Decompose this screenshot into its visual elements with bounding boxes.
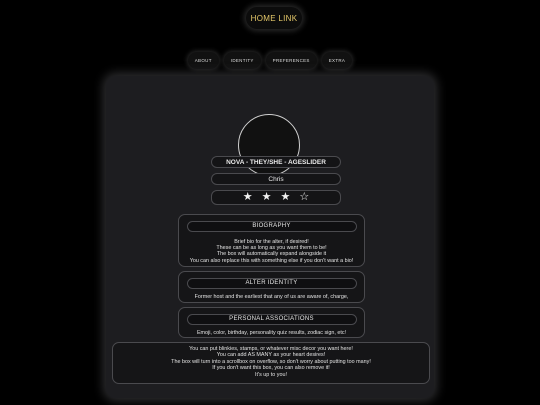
- nav-bar: ABOUT IDENTITY PREFERENCES EXTRA: [0, 52, 540, 69]
- extra-box[interactable]: You can put blinkies, stamps, or whateve…: [112, 342, 430, 384]
- tab-identity[interactable]: IDENTITY: [223, 52, 261, 69]
- biography-title: BIOGRAPHY: [186, 221, 357, 232]
- associations-title: PERSONAL ASSOCIATIONS: [186, 314, 357, 325]
- biography-card: BIOGRAPHY Brief bio for the alter, if de…: [178, 214, 365, 267]
- tab-extra[interactable]: EXTRA: [321, 52, 353, 69]
- pronoun-pill: Chris: [211, 173, 341, 185]
- alter-identity-title: ALTER IDENTITY: [186, 278, 357, 289]
- biography-line: You can also replace this with something…: [189, 257, 354, 264]
- star-filled-icon: ★: [280, 191, 291, 203]
- home-link[interactable]: HOME LINK: [246, 7, 302, 29]
- tab-preferences[interactable]: PREFERENCES: [265, 52, 317, 69]
- alter-identity-text: Former host and the earliest that any of…: [179, 289, 364, 300]
- star-filled-icon: ★: [261, 191, 272, 203]
- star-empty-icon: ☆: [299, 191, 310, 203]
- associations-card: PERSONAL ASSOCIATIONS Emoji, color, birt…: [178, 307, 365, 338]
- associations-text: Emoji, color, birthday, personality quiz…: [179, 325, 364, 336]
- biography-text: Brief bio for the alter, if desired! The…: [179, 232, 364, 264]
- star-filled-icon: ★: [242, 191, 253, 203]
- rating-stars: ★ ★ ★ ☆: [211, 190, 341, 205]
- name-pill: NOVA - THEY/SHE - AGESLIDER: [211, 156, 341, 168]
- alter-identity-line: Former host and the earliest that any of…: [194, 294, 349, 300]
- alter-identity-card: ALTER IDENTITY Former host and the earli…: [178, 271, 365, 303]
- associations-line: Emoji, color, birthday, personality quiz…: [196, 330, 347, 336]
- page: HOME LINK ABOUT IDENTITY PREFERENCES EXT…: [0, 0, 540, 405]
- extra-line: It's up to you!: [255, 371, 287, 378]
- tab-about[interactable]: ABOUT: [187, 52, 219, 69]
